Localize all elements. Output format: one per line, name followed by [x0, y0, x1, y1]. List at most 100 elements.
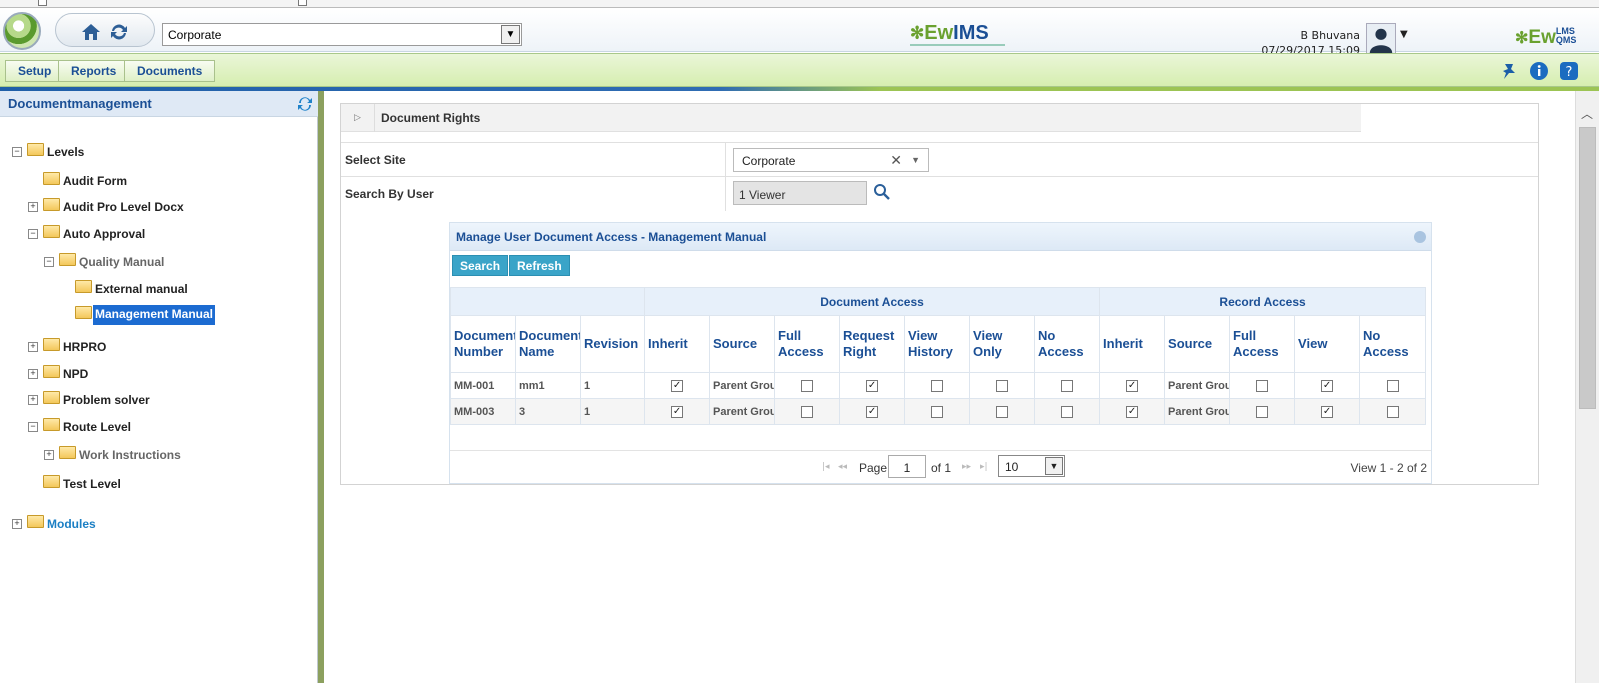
col-source[interactable]: Source [709, 315, 776, 373]
pin-icon[interactable] [1500, 61, 1520, 81]
menu-setup[interactable]: Setup [5, 60, 65, 82]
cell-full-access [774, 372, 841, 399]
user-avatar-icon[interactable] [1366, 23, 1396, 55]
rows-per-page-select[interactable]: 10 ▼ [998, 455, 1065, 477]
full-access-checkbox[interactable] [801, 405, 814, 418]
col-no-access[interactable]: No Access [1034, 315, 1101, 373]
tree-node-audit-pro-level-docx[interactable]: + Audit Pro Level Docx [28, 197, 208, 217]
prev-page-icon[interactable]: ◂◂ [838, 462, 847, 472]
menu-reports[interactable]: Reports [58, 60, 130, 82]
view-only-checkbox[interactable] [996, 379, 1009, 392]
scrollbar-thumb[interactable] [1579, 127, 1596, 409]
no-access-checkbox[interactable] [1061, 405, 1074, 418]
vertical-scrollbar[interactable]: ︿ [1575, 91, 1599, 683]
tree-toggle-icon[interactable]: − [28, 229, 38, 239]
tree-node-modules[interactable]: + Modules [12, 514, 132, 534]
clear-icon[interactable]: ✕ [890, 152, 902, 169]
col-record-inherit[interactable]: Inherit [1099, 315, 1166, 373]
record-inherit-checkbox[interactable]: ✓ [1126, 379, 1139, 392]
view-only-checkbox[interactable] [996, 405, 1009, 418]
chevron-down-icon[interactable]: ▼ [501, 25, 520, 44]
site-select[interactable]: Corporate ▼ [162, 23, 522, 46]
refresh-icon[interactable] [108, 22, 130, 42]
tree-node-quality-manual[interactable]: − Quality Manual [44, 252, 194, 272]
tree-header: Documentmanagement [0, 91, 318, 117]
tree-toggle-icon[interactable]: + [12, 519, 22, 529]
tree-node-auto-approval[interactable]: − Auto Approval [28, 224, 168, 244]
tree-toggle-icon[interactable]: + [28, 202, 38, 212]
page-number-input[interactable]: 1 [888, 455, 926, 478]
info-icon[interactable] [1529, 61, 1549, 81]
search-user-label: Search By User [345, 187, 434, 201]
tree-toggle-icon[interactable]: + [28, 342, 38, 352]
col-view-history[interactable]: View History [904, 315, 971, 373]
table-row[interactable]: MM-003 3 1 ✓ Parent Group ✓ ✓ Parent Gro… [450, 398, 1427, 425]
col-record-full-access[interactable]: Full Access [1229, 315, 1296, 373]
record-view-checkbox[interactable]: ✓ [1321, 405, 1334, 418]
tree-node-audit-form[interactable]: Audit Form [28, 171, 168, 191]
tree-node-test-level[interactable]: Test Level [28, 474, 148, 494]
folder-icon [59, 446, 76, 459]
col-document-number[interactable]: Document Number [450, 315, 516, 373]
tree-node-route-level[interactable]: − Route Level [28, 417, 168, 437]
record-inherit-checkbox[interactable]: ✓ [1126, 405, 1139, 418]
col-revision[interactable]: Revision [579, 315, 646, 373]
expand-arrow-icon[interactable]: ▷ [341, 104, 375, 132]
col-document-name[interactable]: Document Name [515, 315, 581, 373]
no-access-checkbox[interactable] [1061, 379, 1074, 392]
record-no-access-checkbox[interactable] [1386, 379, 1399, 392]
tree-node-levels[interactable]: − Levels [12, 142, 132, 162]
tree-toggle-icon[interactable]: + [44, 450, 54, 460]
full-access-checkbox[interactable] [801, 379, 814, 392]
view-history-checkbox[interactable] [931, 379, 944, 392]
tree-toggle-icon[interactable]: + [28, 395, 38, 405]
tree-toggle-icon[interactable]: − [12, 147, 22, 157]
col-record-view[interactable]: View [1294, 315, 1361, 373]
refresh-button[interactable]: Refresh [509, 255, 570, 276]
tree-node-npd[interactable]: + NPD [28, 364, 148, 384]
record-view-checkbox[interactable]: ✓ [1321, 379, 1334, 392]
tree-toggle-icon[interactable]: + [28, 369, 38, 379]
menu-documents[interactable]: Documents [124, 60, 216, 82]
tree-node-external-manual[interactable]: External manual [60, 279, 220, 299]
search-button[interactable]: Search [452, 255, 509, 276]
col-record-no-access[interactable]: No Access [1359, 315, 1427, 373]
record-full-access-checkbox[interactable] [1256, 405, 1269, 418]
app-header: Corporate ▼ ✻EwIMS B Bhuvana 07/29/2017 … [0, 9, 1599, 57]
search-icon[interactable] [873, 183, 891, 201]
last-page-icon[interactable]: ▸| [980, 462, 988, 472]
tree-node-hrpro[interactable]: + HRPRO [28, 337, 148, 357]
inherit-checkbox[interactable]: ✓ [671, 379, 684, 392]
view-history-checkbox[interactable] [931, 405, 944, 418]
col-inherit[interactable]: Inherit [644, 315, 711, 373]
request-right-checkbox[interactable]: ✓ [866, 405, 879, 418]
request-right-checkbox[interactable]: ✓ [866, 379, 879, 392]
collapse-icon[interactable] [1414, 231, 1426, 243]
scroll-up-icon[interactable]: ︿ [1581, 105, 1593, 122]
col-record-source[interactable]: Source [1164, 315, 1231, 373]
cell-document-name: mm1 [515, 372, 581, 399]
home-icon[interactable] [80, 22, 102, 42]
col-request-right[interactable]: Request Right [839, 315, 906, 373]
tree-toggle-icon[interactable]: − [28, 422, 38, 432]
table-row[interactable]: MM-001 mm1 1 ✓ Parent Group ✓ ✓ Parent G… [450, 372, 1427, 399]
app-logo-icon[interactable] [3, 12, 41, 50]
record-no-access-checkbox[interactable] [1386, 405, 1399, 418]
tree-node-management-manual[interactable]: Management Manual [60, 305, 220, 325]
chevron-down-icon[interactable]: ▼ [911, 155, 920, 165]
next-page-icon[interactable]: ▸▸ [962, 462, 971, 472]
refresh-icon[interactable] [296, 95, 314, 113]
help-icon[interactable]: ? [1559, 61, 1579, 81]
tree-node-work-instructions[interactable]: + Work Instructions [44, 445, 204, 465]
user-menu-caret-icon[interactable]: ▼ [1400, 29, 1408, 40]
first-page-icon[interactable]: |◂ [822, 462, 830, 472]
col-view-only[interactable]: View Only [969, 315, 1036, 373]
search-user-input[interactable]: 1 Viewer [733, 181, 867, 205]
chevron-down-icon[interactable]: ▼ [1045, 457, 1063, 475]
site-combobox[interactable]: Corporate ✕ ▼ [733, 148, 929, 172]
record-full-access-checkbox[interactable] [1256, 379, 1269, 392]
tree-node-problem-solver[interactable]: + Problem solver [28, 390, 178, 410]
tree-toggle-icon[interactable]: − [44, 257, 54, 267]
inherit-checkbox[interactable]: ✓ [671, 405, 684, 418]
col-full-access[interactable]: Full Access [774, 315, 841, 373]
